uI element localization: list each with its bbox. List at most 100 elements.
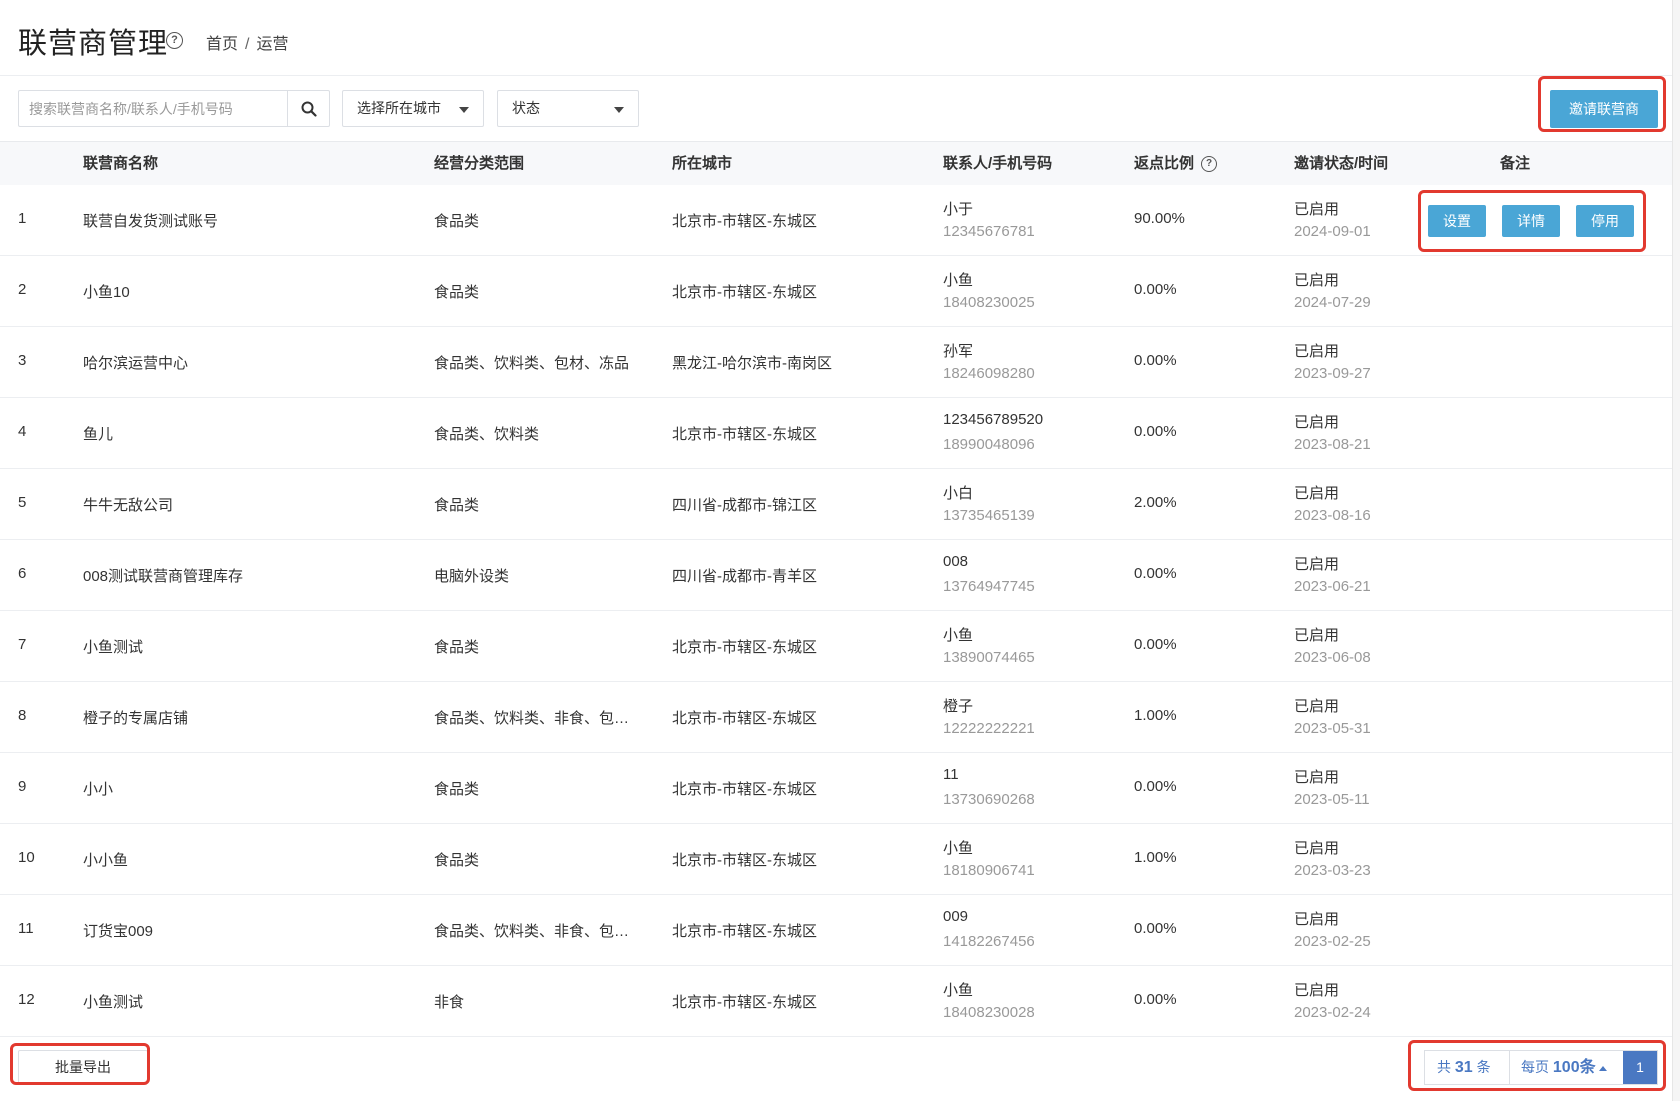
column-header-rebate: 返点比例 [1134, 155, 1195, 172]
invite-date: 2023-02-24 [1294, 1004, 1371, 1021]
table-row: 11 订货宝009 食品类、饮料类、非食、包… 北京市-市辖区-东城区 009 14182… [0, 895, 1672, 966]
partner-name: 小鱼10 [83, 284, 130, 301]
invite-status: 已启用 [1294, 698, 1340, 715]
question-circle-icon[interactable]: ? [1201, 156, 1217, 172]
rebate-ratio: 1.00% [1134, 707, 1177, 724]
category-range: 非食 [434, 994, 465, 1011]
category-range: 食品类 [434, 781, 480, 798]
invite-status: 已启用 [1294, 272, 1340, 289]
row-index: 7 [18, 636, 27, 653]
contact-phone: 13735465139 [943, 507, 1035, 524]
row-index: 2 [18, 281, 27, 298]
contact-name: 008 [943, 553, 969, 570]
page-scrollbar[interactable] [1672, 0, 1680, 1101]
contact-phone: 13730690268 [943, 791, 1035, 808]
rebate-ratio: 1.00% [1134, 849, 1177, 866]
row-index: 5 [18, 494, 27, 511]
contact-phone: 13764947745 [943, 578, 1035, 595]
row-index: 8 [18, 707, 27, 724]
category-range: 食品类 [434, 213, 480, 230]
city: 北京市-市辖区-东城区 [672, 639, 817, 656]
contact-name: 孙军 [943, 343, 974, 360]
column-header-city: 所在城市 [672, 155, 733, 172]
table-row: 8 橙子的专属店铺 食品类、饮料类、非食、包… 北京市-市辖区-东城区 橙子 122222… [0, 682, 1672, 753]
rebate-ratio: 0.00% [1134, 778, 1177, 795]
search-input[interactable] [19, 91, 287, 126]
city: 北京市-市辖区-东城区 [672, 426, 817, 443]
category-range: 食品类 [434, 639, 480, 656]
invite-status: 已启用 [1294, 769, 1340, 786]
invite-date: 2023-08-21 [1294, 436, 1371, 453]
contact-phone: 18246098280 [943, 365, 1035, 382]
highlight-box-invite [1538, 76, 1666, 132]
row-index: 10 [18, 849, 35, 866]
partner-name: 鱼儿 [83, 426, 114, 443]
search-box [18, 90, 330, 127]
partner-table: 联营商名称 经营分类范围 所在城市 联系人/手机号码 返点比例 ? 邀请状态/时… [0, 141, 1672, 1037]
city: 北京市-市辖区-东城区 [672, 994, 817, 1011]
rebate-ratio: 0.00% [1134, 991, 1177, 1008]
table-row: 4 鱼儿 食品类、饮料类 北京市-市辖区-东城区 123456789520 1899004… [0, 398, 1672, 469]
search-icon [301, 101, 317, 117]
city: 北京市-市辖区-东城区 [672, 213, 817, 230]
contact-name: 橙子 [943, 698, 974, 715]
city: 四川省-成都市-锦江区 [672, 497, 817, 514]
invite-date: 2023-05-11 [1294, 791, 1370, 808]
category-range: 电脑外设类 [434, 568, 510, 585]
invite-status: 已启用 [1294, 556, 1340, 573]
caret-down-icon [614, 107, 624, 113]
rebate-ratio: 0.00% [1134, 920, 1177, 937]
table-row: 6 008测试联营商管理库存 电脑外设类 四川省-成都市-青羊区 008 13764947… [0, 540, 1672, 611]
partner-name: 订货宝009 [83, 923, 154, 940]
invite-date: 2024-09-01 [1294, 223, 1371, 240]
row-index: 3 [18, 352, 27, 369]
highlight-box-row-actions [1418, 190, 1646, 252]
city: 北京市-市辖区-东城区 [672, 781, 817, 798]
breadcrumb: 首页 / 运营 [206, 30, 288, 54]
status-select-label: 状态 [512, 100, 540, 116]
filter-toolbar: 选择所在城市 状态 邀请联营商 [0, 76, 1672, 142]
table-row: 3 哈尔滨运营中心 食品类、饮料类、包材、冻品 黑龙江-哈尔滨市-南岗区 孙军 18246… [0, 327, 1672, 398]
contact-name: 小鱼 [943, 627, 974, 644]
city: 四川省-成都市-青羊区 [672, 568, 817, 585]
rebate-ratio: 0.00% [1134, 281, 1177, 298]
partner-name: 008测试联营商管理库存 [83, 568, 244, 585]
partner-name: 小小 [83, 781, 114, 798]
partner-name: 橙子的专属店铺 [83, 710, 189, 727]
category-range: 食品类 [434, 497, 480, 514]
contact-phone: 18990048096 [943, 436, 1035, 453]
contact-phone: 18408230025 [943, 294, 1035, 311]
table-body: 1 联营自发货测试账号 食品类 北京市-市辖区-东城区 小于 12345676781 90.… [0, 185, 1672, 1037]
rebate-ratio: 0.00% [1134, 636, 1177, 653]
breadcrumb-current: 运营 [256, 36, 289, 53]
rebate-ratio: 0.00% [1134, 423, 1177, 440]
contact-phone: 12345676781 [943, 223, 1035, 240]
question-circle-icon[interactable]: ? [166, 32, 183, 49]
table-row: 10 小小鱼 食品类 北京市-市辖区-东城区 小鱼 18180906741 1.00% 已启用… [0, 824, 1672, 895]
row-index: 4 [18, 423, 27, 440]
table-row: 7 小鱼测试 食品类 北京市-市辖区-东城区 小鱼 13890074465 0.00% 已启用… [0, 611, 1672, 682]
invite-date: 2023-06-08 [1294, 649, 1371, 666]
column-header-contact: 联系人/手机号码 [943, 155, 1053, 172]
category-range: 食品类 [434, 852, 480, 869]
row-index: 11 [18, 920, 34, 937]
breadcrumb-home[interactable]: 首页 [206, 36, 238, 53]
table-row: 2 小鱼10 食品类 北京市-市辖区-东城区 小鱼 18408230025 0.00% 已启用… [0, 256, 1672, 327]
city: 北京市-市辖区-东城区 [672, 923, 817, 940]
city: 北京市-市辖区-东城区 [672, 710, 817, 727]
table-row: 5 牛牛无敌公司 食品类 四川省-成都市-锦江区 小白 13735465139 2.00% 已… [0, 469, 1672, 540]
invite-date: 2023-05-31 [1294, 720, 1371, 737]
column-header-name: 联营商名称 [83, 155, 159, 172]
status-select[interactable]: 状态 [497, 90, 639, 127]
search-button[interactable] [287, 91, 329, 126]
city-select-label: 选择所在城市 [357, 100, 441, 116]
contact-phone: 18408230028 [943, 1004, 1035, 1021]
city-select[interactable]: 选择所在城市 [342, 90, 484, 127]
row-index: 6 [18, 565, 27, 582]
invite-status: 已启用 [1294, 840, 1340, 857]
contact-phone: 13890074465 [943, 649, 1035, 666]
rebate-ratio: 0.00% [1134, 565, 1177, 582]
column-header-invite-status: 邀请状态/时间 [1294, 155, 1389, 172]
rebate-ratio: 90.00% [1134, 210, 1185, 227]
invite-date: 2023-06-21 [1294, 578, 1371, 595]
